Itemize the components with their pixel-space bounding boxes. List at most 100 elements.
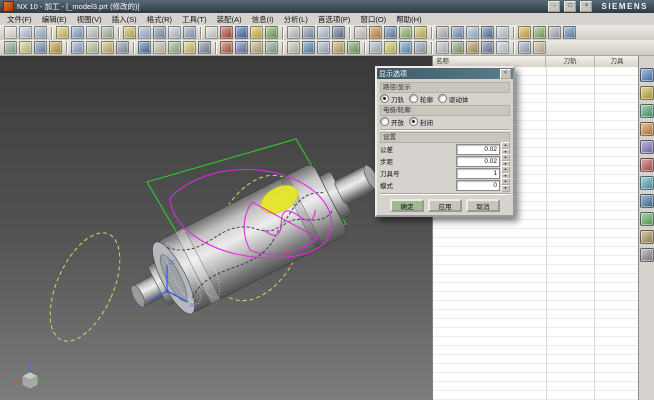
- maximize-button[interactable]: □: [564, 1, 576, 12]
- hd3d-tool-icon[interactable]: [640, 194, 654, 208]
- toolbar-icon[interactable]: [518, 41, 531, 54]
- model-part[interactable]: [116, 139, 394, 334]
- toolbar-icon[interactable]: [168, 26, 181, 39]
- menu-item[interactable]: 编辑(E): [37, 14, 72, 25]
- toolbar-icon[interactable]: [451, 26, 464, 39]
- menu-item[interactable]: 工具(T): [177, 14, 212, 25]
- toolbar-icon[interactable]: [71, 26, 84, 39]
- boundary-ellipse-left[interactable]: [36, 223, 134, 352]
- toolbar-icon[interactable]: [101, 26, 114, 39]
- toolbar-icon[interactable]: [183, 26, 196, 39]
- toolbar-icon[interactable]: [332, 26, 345, 39]
- toolbar-icon[interactable]: [4, 41, 17, 54]
- radio-toolpath[interactable]: [380, 94, 389, 103]
- toolbar-icon[interactable]: [4, 26, 17, 39]
- toolbar-icon[interactable]: [235, 26, 248, 39]
- operation-navigator-icon[interactable]: [640, 122, 654, 136]
- toolbar-icon[interactable]: [399, 26, 412, 39]
- column-header-tool[interactable]: 刀具: [595, 56, 639, 67]
- toolbar-icon[interactable]: [466, 26, 479, 39]
- menu-item[interactable]: 帮助(H): [391, 14, 426, 25]
- toolbar-icon[interactable]: [302, 26, 315, 39]
- dialog-titlebar[interactable]: 显示选项 ×: [377, 68, 513, 79]
- toolbar-icon[interactable]: [481, 41, 494, 54]
- stepover-input[interactable]: 0.02: [456, 156, 500, 167]
- toolbar-icon[interactable]: [56, 26, 69, 39]
- toolbar-icon[interactable]: [71, 41, 84, 54]
- radio-drive-body[interactable]: [438, 94, 447, 103]
- tolerance-input[interactable]: 0.02: [456, 144, 500, 155]
- toolbar-icon[interactable]: [332, 41, 345, 54]
- display-options-dialog[interactable]: 显示选项 × 路径/显示 刀轨 轮廓 驱动体 电极/轮廓 开放 封闭 设置 公差…: [375, 66, 515, 217]
- internet-browser-icon[interactable]: [640, 212, 654, 226]
- assembly-navigator-icon[interactable]: [640, 68, 654, 82]
- toolbar-icon[interactable]: [101, 41, 114, 54]
- toolbar-icon[interactable]: [138, 41, 151, 54]
- tool-number-input[interactable]: 1: [456, 168, 500, 179]
- toolbar-icon[interactable]: [19, 41, 32, 54]
- toolbar-icon[interactable]: [287, 26, 300, 39]
- toolbar-icon[interactable]: [250, 41, 263, 54]
- radio-open[interactable]: [380, 117, 389, 126]
- radio-closed[interactable]: [409, 117, 418, 126]
- graphics-viewport[interactable]: ZC XC YC: [0, 56, 432, 400]
- toolbar-icon[interactable]: [436, 41, 449, 54]
- toolbar-icon[interactable]: [414, 41, 427, 54]
- apply-button[interactable]: 应用: [428, 199, 462, 212]
- toolbar-icon[interactable]: [414, 26, 427, 39]
- menu-item[interactable]: 首选项(P): [313, 14, 356, 25]
- mode-input[interactable]: 0: [456, 180, 500, 191]
- toolbar-icon[interactable]: [220, 26, 233, 39]
- toolbar-icon[interactable]: [302, 41, 315, 54]
- toolbar-icon[interactable]: [496, 26, 509, 39]
- toolbar-icon[interactable]: [518, 26, 531, 39]
- history-icon[interactable]: [640, 230, 654, 244]
- toolbar-icon[interactable]: [384, 41, 397, 54]
- view-cube[interactable]: [10, 360, 50, 389]
- toolbar-icon[interactable]: [354, 26, 367, 39]
- part-navigator-icon[interactable]: [640, 104, 654, 118]
- system-materials-icon[interactable]: [640, 248, 654, 262]
- toolbar-icon[interactable]: [399, 41, 412, 54]
- toolbar-icon[interactable]: [34, 41, 47, 54]
- toolbar-icon[interactable]: [466, 41, 479, 54]
- toolbar-icon[interactable]: [317, 41, 330, 54]
- toolbar-icon[interactable]: [86, 26, 99, 39]
- menu-item[interactable]: 视图(V): [72, 14, 107, 25]
- toolbar-icon[interactable]: [347, 41, 360, 54]
- toolbar-icon[interactable]: [123, 26, 136, 39]
- toolbar-icon[interactable]: [496, 41, 509, 54]
- dialog-close-icon[interactable]: ×: [500, 69, 511, 79]
- menu-item[interactable]: 装配(A): [212, 14, 247, 25]
- radio-contour[interactable]: [409, 94, 418, 103]
- minimize-button[interactable]: -: [548, 1, 560, 12]
- toolbar-icon[interactable]: [86, 41, 99, 54]
- toolbar-icon[interactable]: [563, 26, 576, 39]
- toolbar-icon[interactable]: [317, 26, 330, 39]
- close-button[interactable]: ×: [580, 1, 592, 12]
- toolbar-icon[interactable]: [548, 26, 561, 39]
- toolbar-icon[interactable]: [116, 41, 129, 54]
- toolbar-icon[interactable]: [436, 26, 449, 39]
- toolbar-icon[interactable]: [153, 26, 166, 39]
- constraint-navigator-icon[interactable]: [640, 86, 654, 100]
- menu-item[interactable]: 格式(R): [142, 14, 177, 25]
- toolbar-icon[interactable]: [138, 26, 151, 39]
- process-assistant-icon[interactable]: [640, 158, 654, 172]
- toolbar-icon[interactable]: [533, 41, 546, 54]
- toolbar-icon[interactable]: [235, 41, 248, 54]
- toolbar-icon[interactable]: [49, 41, 62, 54]
- menu-item[interactable]: 信息(I): [247, 14, 279, 25]
- toolbar-icon[interactable]: [533, 26, 546, 39]
- menu-item[interactable]: 窗口(O): [355, 14, 391, 25]
- toolbar-icon[interactable]: [369, 26, 382, 39]
- toolbar-icon[interactable]: [168, 41, 181, 54]
- toolbar-icon[interactable]: [220, 41, 233, 54]
- toolbar-icon[interactable]: [34, 26, 47, 39]
- toolbar-icon[interactable]: [183, 41, 196, 54]
- toolbar-icon[interactable]: [19, 26, 32, 39]
- toolbar-icon[interactable]: [451, 41, 464, 54]
- toolbar-icon[interactable]: [265, 41, 278, 54]
- toolbar-icon[interactable]: [481, 26, 494, 39]
- toolbar-icon[interactable]: [205, 26, 218, 39]
